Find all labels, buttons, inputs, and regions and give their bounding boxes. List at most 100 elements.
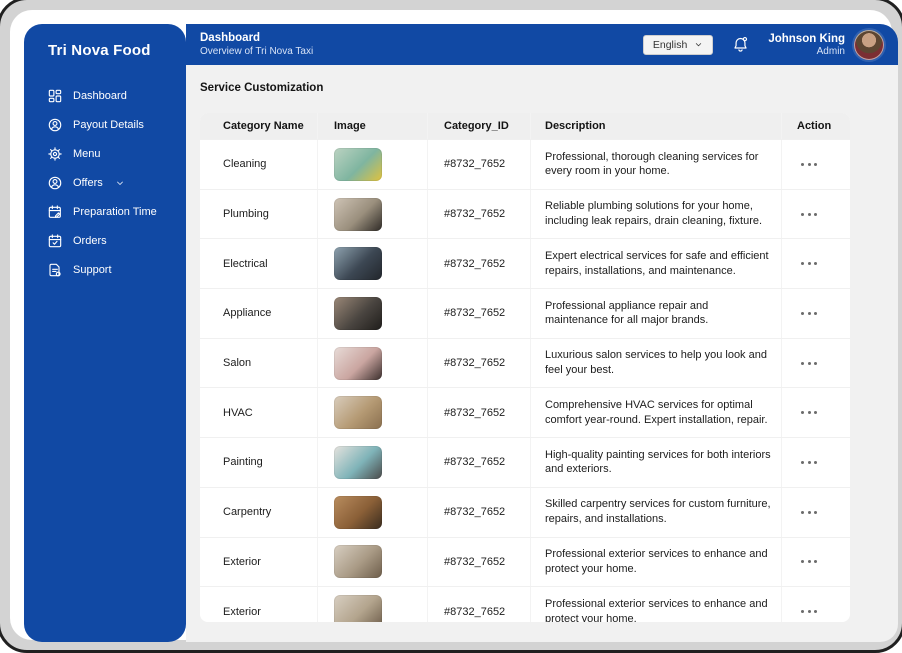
row-actions-button[interactable] <box>797 455 821 470</box>
ellipsis-icon <box>807 262 811 266</box>
category-id: #8732_7652 <box>444 506 506 519</box>
category-description: Skilled carpentry services for custom fu… <box>545 498 771 526</box>
app-window: Tri Nova Food Dashboard Payout Details M… <box>0 0 902 653</box>
ellipsis-icon <box>807 560 811 564</box>
header-right: English Johnson King Admin <box>642 29 884 60</box>
gear-icon <box>47 146 63 162</box>
ellipsis-icon <box>801 361 804 365</box>
sidebar-item-dashboard[interactable]: Dashboard <box>24 81 186 110</box>
row-actions-button[interactable] <box>797 256 821 271</box>
user-text: Johnson King Admin <box>768 33 845 57</box>
ellipsis-icon <box>801 411 804 415</box>
sidebar-item-menu[interactable]: Menu <box>24 139 186 168</box>
row-actions-button[interactable] <box>797 306 821 321</box>
page-title: Dashboard <box>200 32 261 44</box>
sidebar-item-orders[interactable]: Orders <box>24 226 186 255</box>
ellipsis-icon <box>814 212 817 216</box>
ellipsis-icon <box>814 560 817 564</box>
main-content: Service Customization Category Name Imag… <box>186 65 898 642</box>
category-name: Painting <box>223 456 263 469</box>
table-row: Exterior #8732_7652 Professional exterio… <box>200 586 850 622</box>
sidebar-item-label: Dashboard <box>73 89 127 102</box>
table-row: Salon #8732_7652 Luxurious salon service… <box>200 337 850 388</box>
category-image <box>334 595 382 622</box>
category-id: #8732_7652 <box>444 307 506 320</box>
calendar-edit-icon <box>47 204 63 220</box>
table-row: Carpentry #8732_7652 Skilled carpentry s… <box>200 486 850 537</box>
document-badge-icon <box>47 262 63 278</box>
table-row: Plumbing #8732_7652 Reliable plumbing so… <box>200 188 850 239</box>
sidebar-item-offers[interactable]: Offers <box>24 168 186 197</box>
app-card: Tri Nova Food Dashboard Payout Details M… <box>10 10 898 642</box>
category-image <box>334 396 382 430</box>
ellipsis-icon <box>807 311 811 315</box>
chevron-down-icon <box>694 40 703 49</box>
category-id: #8732_7652 <box>444 406 506 419</box>
ellipsis-icon <box>807 212 811 216</box>
sidebar-item-payout-details[interactable]: Payout Details <box>24 110 186 139</box>
sidebar-item-preparation-time[interactable]: Preparation Time <box>24 197 186 226</box>
category-image <box>334 445 382 479</box>
category-description: Luxurious salon services to help you loo… <box>545 349 767 377</box>
table-row: Electrical #8732_7652 Expert electrical … <box>200 238 850 289</box>
ellipsis-icon <box>814 311 817 315</box>
sidebar-item-label: Payout Details <box>73 118 144 131</box>
category-description: High-quality painting services for both … <box>545 448 771 476</box>
column-header-image: Image <box>317 113 427 139</box>
page-subtitle: Overview of Tri Nova Taxi <box>200 46 314 57</box>
category-name: Carpentry <box>223 506 272 519</box>
user-name: Johnson King <box>768 32 845 45</box>
row-actions-button[interactable] <box>797 356 821 371</box>
ellipsis-icon <box>801 162 804 166</box>
header-titles: Dashboard Overview of Tri Nova Taxi <box>200 32 313 57</box>
ellipsis-icon <box>814 610 817 614</box>
user-role: Admin <box>816 45 845 57</box>
category-id: #8732_7652 <box>444 456 506 469</box>
row-actions-button[interactable] <box>797 554 821 569</box>
category-image <box>334 545 382 579</box>
category-name: HVAC <box>223 406 253 419</box>
category-description: Professional, thorough cleaning services… <box>545 150 759 178</box>
sidebar-nav: Dashboard Payout Details Menu Offers Pre… <box>24 81 186 284</box>
user-circle-icon <box>47 117 63 133</box>
row-actions-button[interactable] <box>797 604 821 619</box>
sidebar-item-label: Menu <box>73 147 101 160</box>
ellipsis-icon <box>801 460 804 464</box>
table-row: Painting #8732_7652 High-quality paintin… <box>200 437 850 487</box>
ellipsis-icon <box>801 510 804 514</box>
row-actions-button[interactable] <box>797 207 821 222</box>
row-actions-button[interactable] <box>797 157 821 172</box>
ellipsis-icon <box>801 262 804 266</box>
ellipsis-icon <box>814 460 817 464</box>
brand-title: Tri Nova Food <box>48 42 151 59</box>
table-row: HVAC #8732_7652 Comprehensive HVAC servi… <box>200 387 850 438</box>
user-menu[interactable]: Johnson King Admin <box>768 29 884 60</box>
sidebar-item-label: Offers <box>73 176 103 189</box>
ellipsis-icon <box>814 262 817 266</box>
language-dropdown[interactable]: English <box>642 34 714 55</box>
avatar[interactable] <box>854 29 884 60</box>
category-id: #8732_7652 <box>444 158 506 171</box>
category-name: Salon <box>223 357 252 370</box>
ellipsis-icon <box>807 510 811 514</box>
sidebar-item-support[interactable]: Support <box>24 255 186 284</box>
category-image <box>334 495 382 529</box>
category-description: Professional exterior services to enhanc… <box>545 597 768 622</box>
category-description: Reliable plumbing solutions for your hom… <box>545 200 763 228</box>
category-name: Electrical <box>223 257 268 270</box>
notifications-button[interactable] <box>731 35 750 54</box>
category-name: Plumbing <box>223 208 269 221</box>
table-row: Cleaning #8732_7652 Professional, thorou… <box>200 139 850 189</box>
sidebar-item-label: Orders <box>73 234 107 247</box>
category-id: #8732_7652 <box>444 257 506 270</box>
category-name: Exterior <box>223 605 261 618</box>
row-actions-button[interactable] <box>797 505 821 520</box>
ellipsis-icon <box>801 212 804 216</box>
row-actions-button[interactable] <box>797 405 821 420</box>
ellipsis-icon <box>801 560 804 564</box>
category-description: Expert electrical services for safe and … <box>545 249 769 277</box>
category-description: Comprehensive HVAC services for optimal … <box>545 398 768 426</box>
category-image <box>334 247 382 281</box>
table-body: Cleaning #8732_7652 Professional, thorou… <box>200 139 850 622</box>
ellipsis-icon <box>807 460 811 464</box>
